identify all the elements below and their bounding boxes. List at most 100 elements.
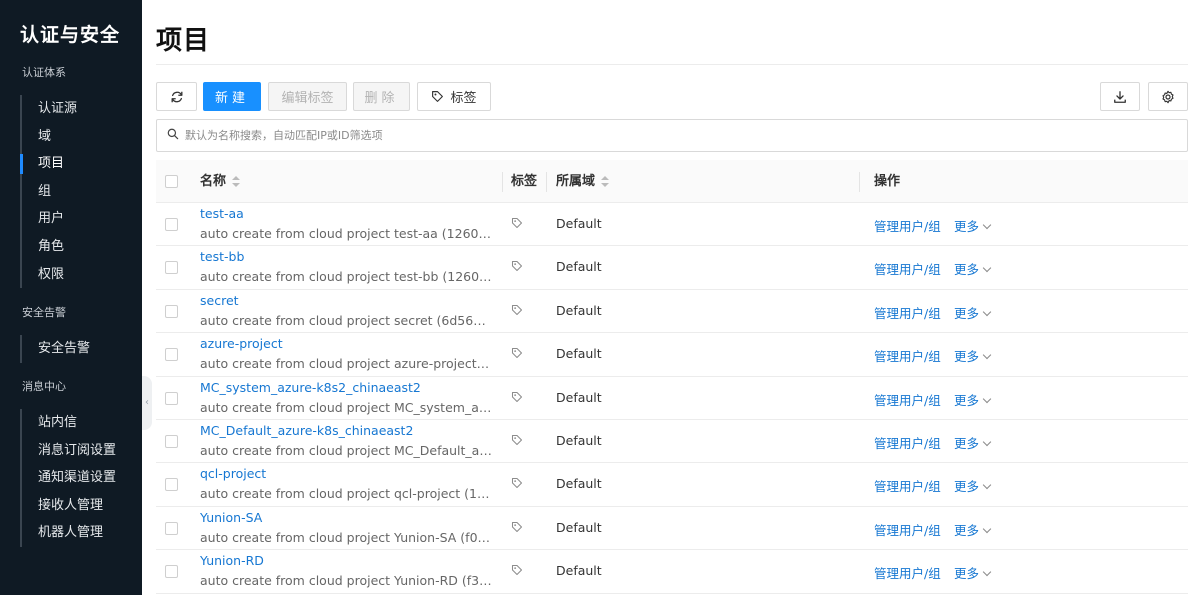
sidebar-item-subscription[interactable]: 消息订阅设置 [22, 437, 116, 465]
sidebar-item-permission[interactable]: 权限 [22, 261, 77, 289]
sidebar-item-robot[interactable]: 机器人管理 [22, 519, 116, 547]
project-name-link[interactable]: Yunion-SA [200, 510, 262, 525]
sort-icon[interactable] [232, 175, 241, 188]
more-label: 更多 [954, 522, 980, 538]
project-description: auto create from cloud project qcl-proje… [200, 486, 492, 502]
refresh-button[interactable] [156, 82, 197, 111]
settings-button[interactable] [1148, 82, 1188, 111]
edit-tags-button[interactable]: 编辑标签 [268, 82, 347, 111]
row-checkbox[interactable] [165, 391, 178, 405]
project-name-link[interactable]: qcl-project [200, 466, 266, 481]
tag-icon[interactable] [511, 260, 523, 276]
download-button[interactable] [1100, 82, 1140, 111]
sidebar-item-role[interactable]: 角色 [22, 233, 77, 261]
tag-icon[interactable] [511, 304, 523, 320]
sidebar-item-user[interactable]: 用户 [22, 205, 77, 233]
sidebar-item-project[interactable]: 项目 [19, 150, 77, 178]
sidebar-item-inbox[interactable]: 站内信 [22, 409, 116, 437]
chevron-down-icon [982, 524, 992, 533]
project-name-link[interactable]: test-aa [200, 206, 244, 221]
manage-users-link[interactable]: 管理用户/组 [874, 346, 941, 365]
column-domain-label: 所属域 [556, 174, 596, 189]
column-header-tags: 标签 [511, 174, 538, 189]
row-checkbox[interactable] [165, 565, 178, 579]
tag-icon[interactable] [511, 434, 523, 450]
more-dropdown[interactable]: 更多 [954, 346, 992, 365]
sort-icon[interactable] [601, 175, 610, 188]
sidebar-item-security-alert[interactable]: 安全告警 [22, 335, 90, 363]
more-dropdown[interactable]: 更多 [954, 216, 992, 235]
more-dropdown[interactable]: 更多 [954, 563, 992, 582]
tag-icon[interactable] [511, 477, 523, 493]
new-button[interactable]: 新建 [203, 82, 261, 111]
row-checkbox[interactable] [165, 218, 178, 231]
tag-icon[interactable] [511, 521, 523, 537]
search-input[interactable] [185, 129, 1085, 142]
more-label: 更多 [954, 305, 980, 321]
sidebar-collapse-handle[interactable]: ‹ [142, 376, 152, 430]
chevron-down-icon [982, 437, 992, 447]
table-body: test-aa auto create from cloud project t… [156, 203, 1188, 594]
column-name-label: 名称 [200, 174, 227, 189]
title-divider [156, 64, 1188, 65]
sidebar-item-group[interactable]: 组 [22, 178, 77, 206]
project-description: auto create from cloud project secret (6… [200, 312, 492, 328]
search-icon [167, 128, 179, 144]
manage-users-link[interactable]: 管理用户/组 [874, 259, 941, 278]
table-row: MC_system_azure-k8s2_chinaeast2 auto cre… [156, 377, 1188, 420]
project-name-link[interactable]: Yunion-RD [200, 553, 264, 568]
column-header-name[interactable]: 名称 [200, 160, 241, 203]
project-name-link[interactable]: secret [200, 293, 239, 308]
row-checkbox[interactable] [165, 434, 178, 448]
delete-button[interactable]: 删除 [353, 82, 410, 111]
row-checkbox[interactable] [165, 478, 178, 492]
table-header: 名称 标签 所属域 操作 [156, 160, 1188, 203]
more-dropdown[interactable]: 更多 [954, 259, 992, 278]
column-divider [502, 172, 503, 192]
manage-users-link[interactable]: 管理用户/组 [874, 520, 941, 539]
row-checkbox[interactable] [165, 304, 178, 318]
more-label: 更多 [954, 262, 980, 278]
select-all-checkbox[interactable] [165, 175, 178, 188]
tags-button[interactable]: 标签 [417, 82, 491, 111]
tag-icon[interactable] [511, 564, 523, 580]
more-dropdown[interactable]: 更多 [954, 303, 992, 322]
tag-icon[interactable] [511, 391, 523, 407]
tag-icon[interactable] [511, 217, 523, 233]
chevron-down-icon [982, 220, 992, 230]
project-name-link[interactable]: MC_system_azure-k8s2_chinaeast2 [200, 380, 421, 395]
more-dropdown[interactable]: 更多 [954, 433, 992, 452]
table-row: MC_Default_azure-k8s_chinaeast2 auto cre… [156, 420, 1188, 464]
search-box [156, 119, 1188, 152]
more-dropdown[interactable]: 更多 [954, 390, 992, 409]
project-name-link[interactable]: azure-project [200, 336, 283, 351]
more-dropdown[interactable]: 更多 [954, 520, 992, 539]
project-description: auto create from cloud project Yunion-RD… [200, 573, 492, 589]
sidebar-item-auth-source[interactable]: 认证源 [22, 95, 77, 123]
more-label: 更多 [954, 392, 980, 408]
column-divider [859, 172, 860, 192]
project-table: 名称 标签 所属域 操作 test-aa auto create from cl… [156, 160, 1188, 594]
row-checkbox[interactable] [165, 348, 178, 362]
manage-users-link[interactable]: 管理用户/组 [874, 216, 941, 235]
sidebar-item-domain[interactable]: 域 [22, 123, 77, 151]
project-name-link[interactable]: test-bb [200, 249, 244, 264]
tag-icon[interactable] [511, 347, 523, 363]
manage-users-link[interactable]: 管理用户/组 [874, 433, 941, 452]
sidebar-item-channel[interactable]: 通知渠道设置 [22, 464, 116, 492]
more-label: 更多 [954, 566, 980, 582]
column-header-domain[interactable]: 所属域 [556, 160, 610, 203]
manage-users-link[interactable]: 管理用户/组 [874, 563, 941, 582]
row-checkbox[interactable] [165, 261, 178, 275]
project-description: auto create from cloud project Yunion-SA… [200, 529, 492, 545]
more-label: 更多 [954, 435, 980, 451]
project-domain: Default [556, 563, 602, 579]
manage-users-link[interactable]: 管理用户/组 [874, 390, 941, 409]
row-checkbox[interactable] [165, 521, 178, 535]
more-dropdown[interactable]: 更多 [954, 476, 992, 495]
project-name-link[interactable]: MC_Default_azure-k8s_chinaeast2 [200, 423, 413, 438]
manage-users-link[interactable]: 管理用户/组 [874, 476, 941, 495]
manage-users-link[interactable]: 管理用户/组 [874, 303, 941, 322]
column-header-actions: 操作 [874, 174, 901, 189]
sidebar-item-receiver[interactable]: 接收人管理 [22, 492, 116, 520]
